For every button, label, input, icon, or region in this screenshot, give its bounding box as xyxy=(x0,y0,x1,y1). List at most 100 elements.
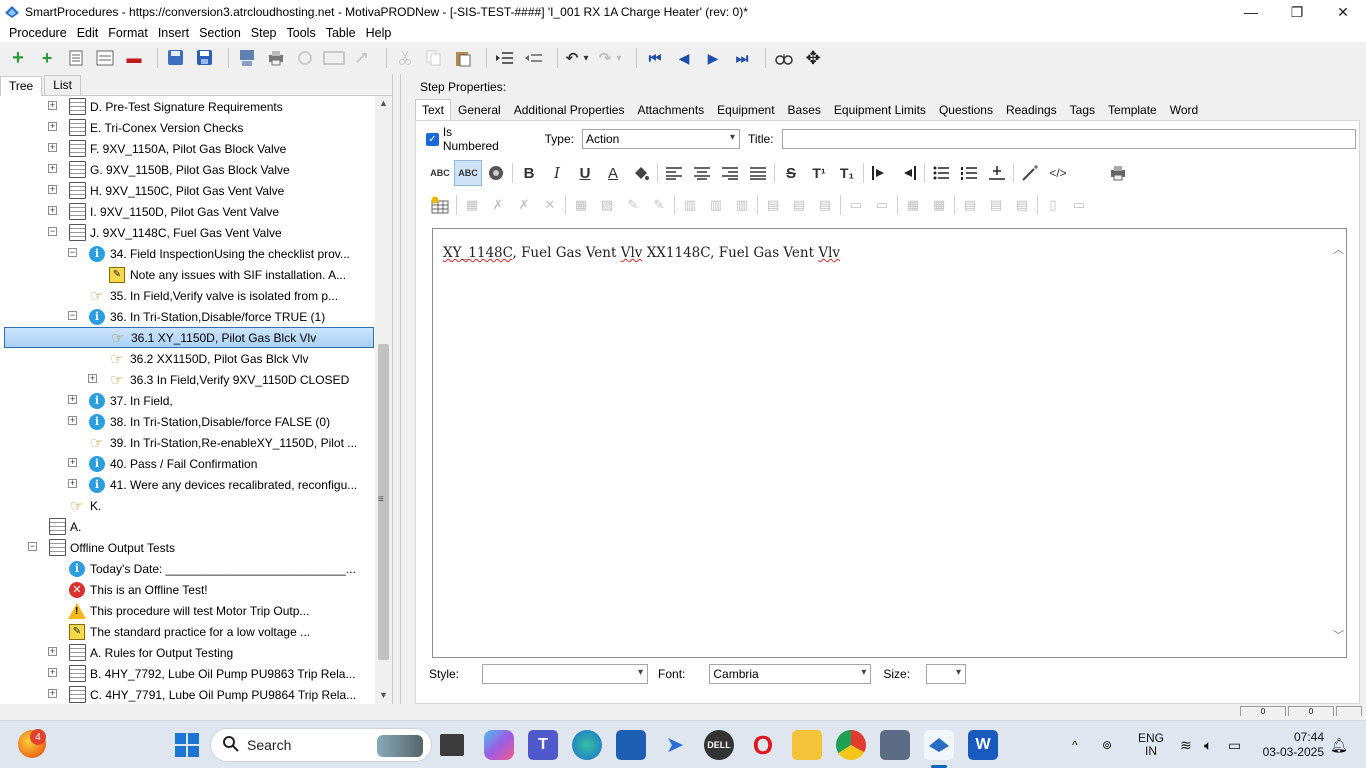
tree-node[interactable]: − i 36. In Tri-Station,Disable/force TRUE … xyxy=(68,306,325,327)
tree-node[interactable]: − i 34. Field InspectionUsing the checklis… xyxy=(68,243,350,264)
menu-tools[interactable]: Tools xyxy=(282,26,321,40)
superscript-button[interactable]: T¹ xyxy=(805,160,833,186)
expand-icon[interactable]: + xyxy=(48,143,57,152)
tree-node[interactable]: + i 37. In Field, xyxy=(68,390,173,411)
tree-node[interactable]: + F. 9XV_1150A, Pilot Gas Block Valve xyxy=(48,138,286,159)
tab-list[interactable]: List xyxy=(44,75,81,95)
tree-node[interactable]: ☞ K. xyxy=(68,495,101,516)
delete-col-icon[interactable]: ✕ xyxy=(537,192,563,218)
menu-table[interactable]: Table xyxy=(321,26,361,40)
teams-icon[interactable]: T xyxy=(528,730,558,760)
find-icon[interactable] xyxy=(772,46,796,70)
tree-node[interactable]: + i 41. Were any devices recalibrated, rec… xyxy=(68,474,357,495)
expand-icon[interactable]: + xyxy=(48,647,57,656)
file-explorer-icon[interactable] xyxy=(792,730,822,760)
copilot-icon[interactable] xyxy=(484,730,514,760)
pane-splitter[interactable] xyxy=(400,74,406,704)
col-right-icon[interactable]: ▥ xyxy=(703,192,729,218)
tab-attachments[interactable]: Attachments xyxy=(631,100,710,120)
tree-node[interactable]: + D. Pre-Test Signature Requirements xyxy=(48,96,283,117)
collapse-icon[interactable]: − xyxy=(68,311,77,320)
title-input[interactable] xyxy=(781,129,1356,149)
insert-table-icon[interactable] xyxy=(426,192,454,218)
redo-icon[interactable]: ↷ xyxy=(597,46,613,70)
valign-top-icon[interactable]: ▦ xyxy=(900,192,926,218)
menu-procedure[interactable]: Procedure xyxy=(4,26,72,40)
align-center-icon[interactable] xyxy=(688,160,716,186)
tree-node[interactable]: − J. 9XV_1148C, Fuel Gas Vent Valve xyxy=(48,222,282,243)
cell-brush-icon[interactable]: ✎ xyxy=(646,192,672,218)
outline-icon[interactable] xyxy=(64,46,88,70)
expand-icon[interactable]: + xyxy=(48,122,57,131)
show-hidden-icons[interactable]: ^ xyxy=(1072,721,1078,768)
tree-node[interactable]: + E. Tri-Conex Version Checks xyxy=(48,117,243,138)
insert-line-icon[interactable] xyxy=(983,160,1011,186)
delete-row-icon[interactable]: ✗ xyxy=(511,192,537,218)
tab-template[interactable]: Template xyxy=(1102,100,1163,120)
tree-node[interactable]: + A. Rules for Output Testing xyxy=(48,642,233,663)
tree-node[interactable]: ☞ 36.1 XY_1150D, Pilot Gas Blck Vlv xyxy=(4,327,374,348)
table-props-icon[interactable]: ▦ xyxy=(459,192,485,218)
undo-dropdown-icon[interactable]: ▾ xyxy=(580,46,592,70)
undo-icon[interactable]: ↶ xyxy=(564,46,580,70)
delete-icon[interactable]: ▬ xyxy=(122,46,146,70)
tree-node[interactable]: + i 38. In Tri-Station,Disable/force FALSE… xyxy=(68,411,330,432)
justify-icon[interactable] xyxy=(744,160,772,186)
outdent-icon[interactable] xyxy=(894,160,922,186)
tree-node[interactable]: ☞ 35. In Field,Verify valve is isolated f… xyxy=(88,285,338,306)
minimize-button[interactable]: — xyxy=(1228,0,1274,24)
editor-scroll-up-icon[interactable]: ︿ xyxy=(1333,241,1344,257)
store-icon[interactable] xyxy=(616,730,646,760)
indent-icon[interactable] xyxy=(866,160,894,186)
view-icon[interactable] xyxy=(322,46,346,70)
redo-arrows-icon[interactable] xyxy=(351,46,375,70)
scroll-up-icon[interactable]: ▲ xyxy=(379,98,388,108)
font-color-button[interactable]: A xyxy=(599,160,627,186)
cell-pen-icon[interactable]: ✎ xyxy=(620,192,646,218)
tab-tags[interactable]: Tags xyxy=(1064,100,1101,120)
autospell-icon[interactable]: ABC xyxy=(454,160,482,186)
network-settings-icon[interactable]: ⊚ xyxy=(1102,721,1112,768)
prev-icon[interactable]: ◀ xyxy=(672,46,696,70)
task-view-icon[interactable] xyxy=(440,734,464,756)
color-wheel-icon[interactable] xyxy=(482,160,510,186)
clock[interactable]: 07:44 03-03-2025 xyxy=(1258,721,1324,768)
chrome-icon[interactable] xyxy=(836,730,866,760)
tab-text[interactable]: Text xyxy=(415,99,452,120)
tree-node[interactable]: ☞ 36.2 XX1150D, Pilot Gas Blck Vlv xyxy=(108,348,308,369)
start-icon[interactable] xyxy=(172,730,202,760)
tab-equipment-limits[interactable]: Equipment Limits xyxy=(828,100,932,120)
volume-icon[interactable]: 🔈︎ xyxy=(1204,721,1212,768)
font-select[interactable]: Cambria ▾ xyxy=(709,664,872,684)
cell-edit-icon[interactable]: ▨ xyxy=(594,192,620,218)
next-icon[interactable]: ▶ xyxy=(701,46,725,70)
row-above-icon[interactable]: ▤ xyxy=(760,192,786,218)
first-icon[interactable]: ⏮ xyxy=(643,46,667,70)
tree-node[interactable]: ✎ Note any issues with SIF installation. … xyxy=(108,264,346,285)
expand-icon[interactable]: + xyxy=(68,479,77,488)
battery-icon[interactable]: ▭ xyxy=(1228,721,1241,768)
tree-node[interactable]: ✕ This is an Offline Test! xyxy=(68,579,208,600)
publish-icon[interactable] xyxy=(235,46,259,70)
add-child-icon[interactable]: + xyxy=(35,46,59,70)
split-cells-icon[interactable]: ▭ xyxy=(869,192,895,218)
tree-node[interactable]: + ☞ 36.3 In Field,Verify 9XV_1150D CLOSED xyxy=(88,369,349,390)
remote-desktop-icon[interactable] xyxy=(880,730,910,760)
subscript-button[interactable]: T₁ xyxy=(833,160,861,186)
magic-wand-icon[interactable] xyxy=(1016,160,1044,186)
is-numbered-checkbox[interactable]: ✓ xyxy=(426,132,439,146)
bullet-list-icon[interactable] xyxy=(927,160,955,186)
row-below-icon[interactable]: ▤ xyxy=(786,192,812,218)
opera-icon[interactable]: O xyxy=(748,730,778,760)
tab-word[interactable]: Word xyxy=(1164,100,1204,120)
procedure-tree[interactable]: + D. Pre-Test Signature Requirements + E. T… xyxy=(0,96,375,704)
align-right-icon[interactable] xyxy=(716,160,744,186)
cut-icon[interactable] xyxy=(393,46,417,70)
menu-help[interactable]: Help xyxy=(361,26,397,40)
tree-node[interactable]: + H. 9XV_1150C, Pilot Gas Vent Valve xyxy=(48,180,284,201)
tab-general[interactable]: General xyxy=(452,100,507,120)
maximize-button[interactable]: ❐ xyxy=(1274,0,1320,24)
type-select[interactable]: Action ▾ xyxy=(582,129,740,149)
dell-icon[interactable]: DELL xyxy=(704,730,734,760)
spellcheck-icon[interactable]: ABC xyxy=(426,160,454,186)
